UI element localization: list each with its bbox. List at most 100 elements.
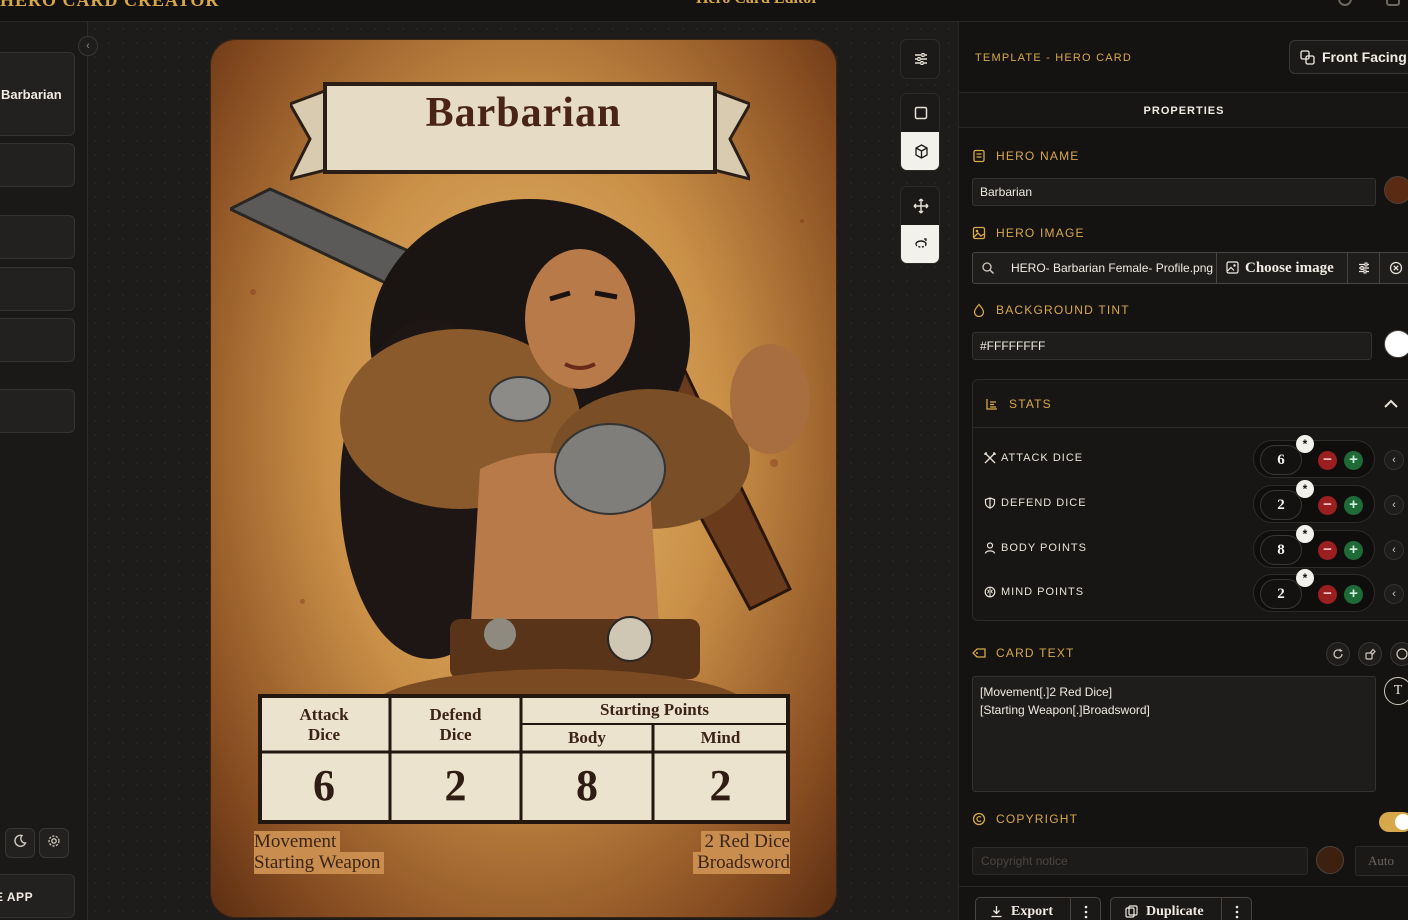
properties-panel: TEMPLATE - HERO CARD Front Facing PROPER… <box>958 22 1408 920</box>
defend-dice-stepper: 2 * − + <box>1253 480 1375 523</box>
export-button[interactable]: Export <box>975 897 1101 920</box>
card-line-value: 2 Red Dice <box>700 831 790 853</box>
copyright-color-swatch[interactable] <box>1316 846 1344 874</box>
hero-image-label: HERO IMAGE <box>996 226 1085 240</box>
stat-name: DEFEND DICE <box>984 497 1087 509</box>
attack-dice-value[interactable]: 6 <box>1260 445 1302 475</box>
front-facing-button[interactable]: Front Facing <box>1289 40 1408 74</box>
card-list-item-barbarian[interactable]: Barbarian <box>0 52 75 136</box>
search-icon <box>982 262 994 274</box>
account-icon[interactable] <box>1386 0 1400 6</box>
card-line-weapon: Starting Weapon Broadsword <box>254 852 790 874</box>
duplicate-label: Duplicate <box>1146 904 1204 919</box>
chevron-up-icon[interactable] <box>1383 398 1399 410</box>
background-tint-swatch[interactable] <box>1384 330 1408 358</box>
increment-button[interactable]: + <box>1344 585 1363 604</box>
sliders-icon <box>915 53 927 65</box>
dark-mode-button[interactable] <box>5 828 35 858</box>
asterisk-icon: * <box>1296 525 1314 543</box>
gear-icon <box>48 835 60 847</box>
card-text-input[interactable]: [Movement[.]2 Red Dice] [Starting Weapon… <box>972 676 1376 792</box>
choose-image-button[interactable]: Choose image <box>1216 253 1347 283</box>
settings-button[interactable] <box>39 828 69 858</box>
card-line-key: Movement <box>254 831 341 853</box>
refresh-button[interactable] <box>1326 642 1350 666</box>
chevron-left-icon[interactable]: ‹ <box>1384 495 1404 515</box>
transform-toolbar <box>900 186 940 264</box>
help-icon[interactable] <box>1338 0 1352 6</box>
stats-title: STATS <box>985 397 1052 411</box>
collapse-sidebar-button[interactable]: ‹ <box>78 36 98 56</box>
body-points-value[interactable]: 8 <box>1260 535 1302 565</box>
chevron-left-icon[interactable]: ‹ <box>1384 450 1404 470</box>
mind-points-value[interactable]: 2 <box>1260 579 1302 609</box>
moon-icon <box>14 834 27 847</box>
card-hero-title: Barbarian <box>425 90 622 136</box>
top-bar: HERO CARD CREATOR Hero Card Editor <box>0 0 1408 22</box>
text-style-button[interactable]: T <box>1384 677 1408 705</box>
card-attack-label: Attack Dice <box>299 705 349 744</box>
increment-button[interactable]: + <box>1344 451 1363 470</box>
sliders-icon <box>1358 262 1369 274</box>
decrement-button[interactable]: − <box>1318 541 1337 560</box>
adjust-button[interactable] <box>901 40 939 78</box>
move-button[interactable] <box>901 187 939 225</box>
chevron-left-icon[interactable]: ‹ <box>1384 540 1404 560</box>
image-adjust-button[interactable] <box>1347 253 1379 283</box>
choose-image-label: Choose image <box>1245 260 1334 276</box>
stats-section: STATS ATTACK DICE 6 * − + ‹ DEFEND DICE … <box>972 379 1408 621</box>
hero-card-preview[interactable]: Barbarian Attack Dice Defend Dice Starti… <box>210 39 837 918</box>
stat-name: BODY POINTS <box>984 542 1087 554</box>
background-tint-input[interactable]: #FFFFFFFF <box>972 332 1372 360</box>
increment-button[interactable]: + <box>1344 496 1363 515</box>
card-list-item[interactable] <box>0 215 75 259</box>
copyright-toggle[interactable] <box>1379 812 1408 832</box>
card-list-item[interactable] <box>0 267 75 311</box>
decrement-button[interactable]: − <box>1318 496 1337 515</box>
format-button[interactable] <box>1358 642 1382 666</box>
card-list-item-label: Barbarian <box>1 87 62 102</box>
view-3d-button[interactable] <box>901 132 939 170</box>
background-tint-label: BACKGROUND TINT <box>996 303 1130 317</box>
list-icon <box>986 399 997 410</box>
duplicate-button[interactable]: Duplicate <box>1110 897 1252 920</box>
defend-dice-value[interactable]: 2 <box>1260 490 1302 520</box>
clear-image-button[interactable] <box>1379 253 1408 283</box>
stat-name: ATTACK DICE <box>984 452 1083 464</box>
card-list-item[interactable] <box>0 143 75 187</box>
hero-name-color-swatch[interactable] <box>1384 176 1408 204</box>
export-more-button[interactable] <box>1070 898 1100 920</box>
copy-icon <box>1300 50 1315 65</box>
view-2d-button[interactable] <box>901 94 939 132</box>
stat-name-label: DEFEND DICE <box>1001 497 1087 509</box>
close-circle-icon <box>1389 261 1402 275</box>
square-icon <box>914 106 928 120</box>
app-button-label: E APP <box>0 890 34 904</box>
cube-icon <box>914 143 928 159</box>
hero-name-input[interactable]: Barbarian <box>972 178 1376 206</box>
rotate-button[interactable] <box>901 225 939 263</box>
increment-button[interactable]: + <box>1344 541 1363 560</box>
duplicate-more-button[interactable] <box>1221 898 1251 920</box>
app-button[interactable]: E APP <box>0 874 75 918</box>
chevron-left-icon[interactable]: ‹ <box>1384 584 1404 604</box>
image-icon <box>972 226 986 240</box>
copyright-input[interactable]: Copyright notice <box>972 847 1308 875</box>
app-brand: HERO CARD CREATOR <box>0 0 220 10</box>
adjust-toolbar <box>900 39 940 79</box>
stats-header[interactable]: STATS <box>973 380 1408 428</box>
card-attack-value: 6 <box>313 761 335 810</box>
card-list-item[interactable] <box>0 389 75 433</box>
auto-button[interactable]: Auto <box>1355 846 1408 876</box>
decrement-button[interactable]: − <box>1318 451 1337 470</box>
image-add-icon <box>1226 261 1239 274</box>
card-list-item[interactable] <box>0 318 75 362</box>
export-label: Export <box>1011 904 1053 919</box>
duplicate-main[interactable]: Duplicate <box>1111 898 1204 920</box>
export-main[interactable]: Export <box>976 898 1053 920</box>
help-button[interactable] <box>1390 642 1408 666</box>
front-facing-label: Front Facing <box>1322 49 1407 65</box>
hero-image-filename[interactable]: HERO- Barbarian Female- Profile.png <box>1011 253 1213 283</box>
shield-icon <box>984 497 996 509</box>
decrement-button[interactable]: − <box>1318 585 1337 604</box>
